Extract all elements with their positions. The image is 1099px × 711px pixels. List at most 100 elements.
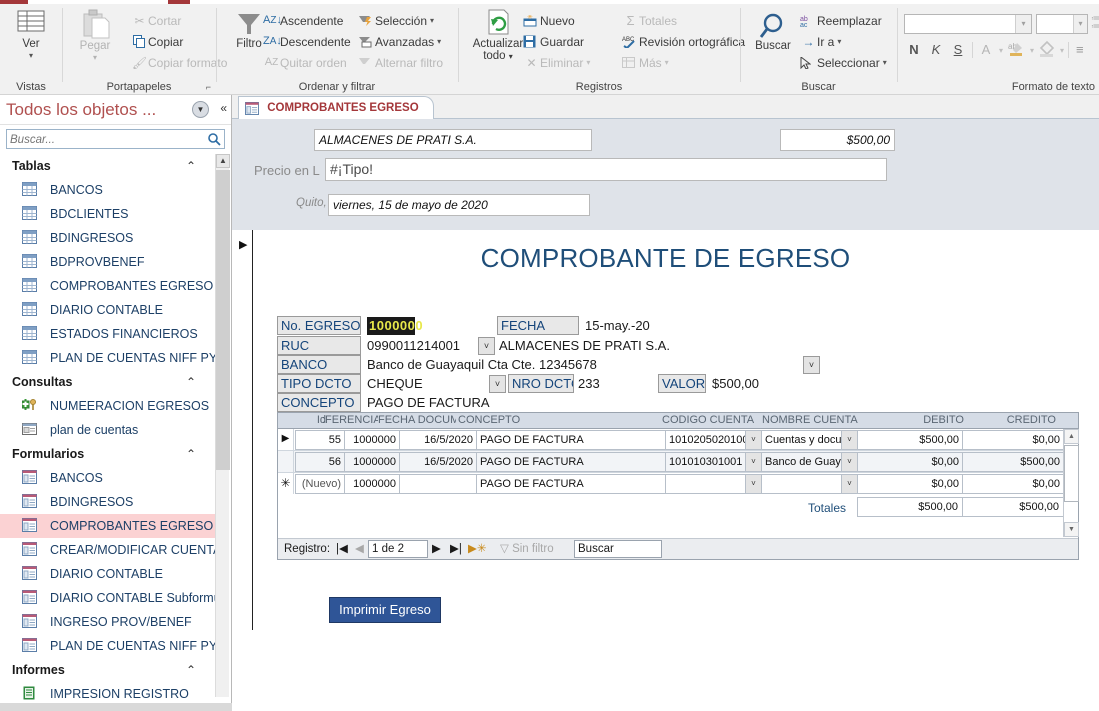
cell-credito-new[interactable]: $0,00 (962, 474, 1064, 494)
cell-debito[interactable]: $500,00 (857, 430, 963, 450)
last-record-button[interactable]: ▶| (450, 541, 462, 558)
imprimir-egreso-button[interactable]: Imprimir Egreso (329, 597, 441, 623)
column-header-debito[interactable]: DEBITO (878, 414, 964, 426)
company-name-field[interactable]: ALMACENES DE PRATI S.A. (314, 129, 592, 151)
nav-item-tabla-bancos[interactable]: BANCOS (0, 178, 220, 202)
highlight-color-button[interactable]: ab (1008, 40, 1025, 57)
font-size-combo[interactable]: ▾ (1036, 14, 1088, 34)
pegar-button[interactable]: Pegar ▾ (67, 8, 123, 64)
totales-button[interactable]: Σ Totales (622, 12, 677, 29)
copiar-button[interactable]: Copiar (131, 33, 183, 50)
buscar-button[interactable]: Buscar (745, 12, 801, 52)
chevron-up-icon[interactable]: ⌃ (186, 442, 196, 466)
copiar-formato-button[interactable]: 🖌Copiar formato (131, 54, 228, 71)
new-record-asterisk-icon[interactable]: ✳ (278, 473, 294, 494)
chevron-down-icon[interactable]: ˅ (841, 475, 857, 493)
next-record-button[interactable]: ▶ (432, 541, 441, 558)
record-position-box[interactable]: 1 de 2 (368, 540, 428, 558)
column-header-nombre-cuenta[interactable]: NOMBRE CUENTA (762, 414, 872, 426)
cell-referencia[interactable]: 1000000 (344, 452, 400, 472)
chevron-down-icon[interactable]: ▾ (437, 37, 441, 46)
table-row[interactable]: ▶ 55 1000000 16/5/2020 PAGO DE FACTURA 1… (278, 429, 1078, 451)
list-bullets-icon[interactable]: ≔ ≔ (1091, 14, 1099, 31)
font-color-button[interactable]: A (978, 42, 994, 57)
concepto-value[interactable]: PAGO DE FACTURA (367, 394, 490, 412)
chevron-down-icon[interactable]: ▾ (999, 46, 1003, 55)
cell-codigo-cuenta[interactable]: 10102050201001 ˅ (665, 430, 762, 450)
ascendente-button[interactable]: AZ↓Ascendente (263, 12, 343, 29)
nav-item-formulario-diario-contable[interactable]: DIARIO CONTABLE (0, 562, 220, 586)
bold-button[interactable]: N (904, 42, 924, 57)
banco-value[interactable]: Banco de Guayaquil Cta Cte. 12345678 (367, 356, 597, 374)
nav-group-formularios[interactable]: Formularios ⌃ (0, 442, 220, 466)
actualizar-todo-button[interactable]: Actualizar todo ▾ (467, 8, 529, 63)
chevron-up-icon[interactable]: ⌃ (186, 370, 196, 394)
chevron-down-icon[interactable]: ▾ (665, 58, 669, 67)
cell-concepto[interactable]: PAGO DE FACTURA (476, 452, 666, 472)
chevron-down-icon[interactable]: ▾ (430, 16, 434, 25)
table-row-new[interactable]: ✳ (Nuevo) 1000000 PAGO DE FACTURA ˅ ˅ $0… (278, 473, 1078, 495)
cell-fecha-new[interactable] (399, 474, 477, 494)
cell-nombre-cuenta-new[interactable]: ˅ (761, 474, 858, 494)
chevron-down-icon[interactable]: ˅ (745, 453, 761, 471)
nav-item-consulta-plan-de-cuentas[interactable]: plan de cuentas (0, 418, 220, 442)
date-field[interactable]: viernes, 15 de mayo de 2020 (328, 194, 590, 216)
previous-record-button[interactable]: ◀ (355, 541, 364, 558)
cell-nombre-cuenta[interactable]: Cuentas y docum ˅ (761, 430, 858, 450)
nav-group-informes[interactable]: Informes ⌃ (0, 658, 220, 682)
chevron-down-icon[interactable]: ▾ (837, 37, 841, 46)
nav-item-tabla-bdingresos[interactable]: BDINGRESOS (0, 226, 220, 250)
alternar-filtro-button[interactable]: Alternar filtro (358, 54, 443, 71)
ruc-value[interactable]: 0990011214001 (367, 337, 460, 355)
seleccionar-button[interactable]: Seleccionar ▾ (800, 54, 887, 71)
align-button[interactable]: ≡ (1076, 42, 1084, 57)
scroll-up-icon[interactable]: ▲ (1064, 429, 1079, 444)
ir-a-button[interactable]: → Ir a ▾ (800, 33, 842, 50)
fill-color-button[interactable] (1038, 40, 1055, 57)
revision-ortografica-button[interactable]: ABC Revisión ortográfica (622, 33, 745, 50)
row-selector[interactable]: ▶ (278, 429, 294, 450)
mas-button[interactable]: Más ▾ (622, 54, 669, 71)
cell-codigo-cuenta-new[interactable]: ˅ (665, 474, 762, 494)
ver-button[interactable]: Ver ▾ (3, 8, 59, 62)
subform-vertical-scrollbar[interactable]: ▲ ▼ (1063, 429, 1079, 537)
nav-item-tabla-comprobantes-egreso[interactable]: COMPROBANTES EGRESO (0, 274, 220, 298)
column-header-codigo-cuenta[interactable]: CODIGO CUENTA (662, 414, 762, 426)
nav-item-tabla-bdclientes[interactable]: BDCLIENTES (0, 202, 220, 226)
scroll-up-icon[interactable]: ▲ (216, 154, 230, 168)
underline-button[interactable]: S (948, 42, 968, 57)
nav-group-tablas[interactable]: Tablas ⌃ (0, 154, 220, 178)
cell-debito-new[interactable]: $0,00 (857, 474, 963, 494)
column-header-credito[interactable]: CREDITO (968, 414, 1056, 426)
table-row[interactable]: 56 1000000 16/5/2020 PAGO DE FACTURA 101… (278, 451, 1078, 473)
quitar-orden-button[interactable]: AZ Quitar orden (263, 54, 347, 71)
filter-status[interactable]: ▽ Sin filtro (500, 541, 554, 558)
valor-value[interactable]: $500,00 (712, 375, 759, 393)
chevron-down-icon[interactable]: ▾ (1073, 15, 1087, 33)
chevron-down-icon[interactable]: ˅ (745, 475, 761, 493)
nav-item-consulta-numeeracion-egresos[interactable]: NUMEERACION EGRESOS (0, 394, 220, 418)
nav-item-tabla-plan-cuentas[interactable]: PLAN DE CUENTAS NIFF PYMES (0, 346, 220, 370)
reemplazar-button[interactable]: ab ac Reemplazar (800, 12, 882, 29)
ruc-dropdown-button[interactable]: ˅ (478, 337, 495, 355)
guardar-button[interactable]: Guardar (523, 33, 584, 50)
chevron-down-icon[interactable]: ▾ (1030, 46, 1034, 55)
new-record-button[interactable]: ▶✳ (468, 541, 486, 558)
pegar-dropdown-arrow[interactable]: ▾ (67, 52, 123, 64)
navigation-search-input[interactable] (7, 131, 189, 149)
search-icon[interactable] (207, 132, 221, 146)
banco-dropdown-button[interactable]: ˅ (803, 356, 820, 374)
cell-fecha[interactable]: 16/5/2020 (399, 430, 477, 450)
nav-item-tabla-bdprovbenef[interactable]: BDPROVBENEF (0, 250, 220, 274)
cell-nombre-cuenta[interactable]: Banco de Guayaq ˅ (761, 452, 858, 472)
seleccion-button[interactable]: Selección ▾ (358, 12, 434, 29)
no-egreso-value[interactable]: 1000000 (367, 317, 423, 335)
cell-credito[interactable]: $0,00 (962, 430, 1064, 450)
nav-item-formulario-comprobantes-egreso[interactable]: COMPROBANTES EGRESO (0, 514, 220, 538)
eliminar-button[interactable]: ✕ Eliminar ▾ (523, 54, 590, 71)
cell-debito[interactable]: $0,00 (857, 452, 963, 472)
cell-codigo-cuenta[interactable]: 101010301001 ˅ (665, 452, 762, 472)
chevron-down-icon[interactable]: ˅ (745, 431, 761, 449)
scroll-down-icon[interactable]: ▼ (1064, 522, 1079, 537)
cell-credito[interactable]: $500,00 (962, 452, 1064, 472)
